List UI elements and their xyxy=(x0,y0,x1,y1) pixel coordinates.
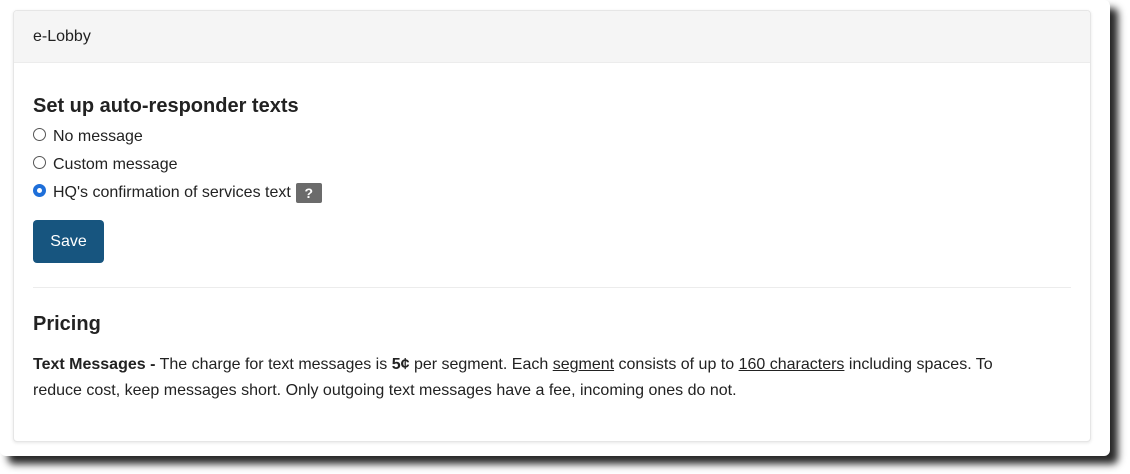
characters-link[interactable]: 160 characters xyxy=(739,356,845,373)
option-custom-message[interactable]: Custom message xyxy=(33,151,1071,179)
pricing-text-part3: consists of up to xyxy=(618,356,735,373)
option-hq-confirmation-label[interactable]: HQ's confirmation of services text xyxy=(53,184,291,202)
autoresponder-options: No message Custom message HQ's confirmat… xyxy=(33,123,1071,207)
segment-link[interactable]: segment xyxy=(553,356,614,373)
save-button[interactable]: Save xyxy=(33,220,104,263)
option-hq-confirmation[interactable]: HQ's confirmation of services text ? xyxy=(33,179,1071,207)
radio-custom-message[interactable] xyxy=(33,156,46,169)
autoresponder-title: Set up auto-responder texts xyxy=(33,95,299,117)
elobby-card: e-Lobby Set up auto-responder texts No m… xyxy=(13,10,1091,442)
pricing-title: Pricing xyxy=(33,313,101,335)
card-body: Set up auto-responder texts No message C… xyxy=(14,91,1090,404)
card-header: e-Lobby xyxy=(14,11,1090,63)
pricing-description: Text Messages - The charge for text mess… xyxy=(33,352,1033,404)
radio-hq-confirmation[interactable] xyxy=(33,184,46,197)
pricing-price: 5¢ xyxy=(391,356,410,373)
window-frame: e-Lobby Set up auto-responder texts No m… xyxy=(0,0,1110,456)
option-no-message[interactable]: No message xyxy=(33,123,1071,151)
option-custom-message-label[interactable]: Custom message xyxy=(53,156,178,174)
pricing-text-part2: per segment. Each xyxy=(413,356,549,373)
help-icon[interactable]: ? xyxy=(295,183,322,203)
card-header-title: e-Lobby xyxy=(33,27,91,45)
section-divider xyxy=(33,287,1071,288)
option-no-message-label[interactable]: No message xyxy=(53,128,143,146)
pricing-lead: Text Messages - xyxy=(33,356,156,373)
radio-no-message[interactable] xyxy=(33,128,46,141)
pricing-text-part1: The charge for text messages is xyxy=(159,356,388,373)
